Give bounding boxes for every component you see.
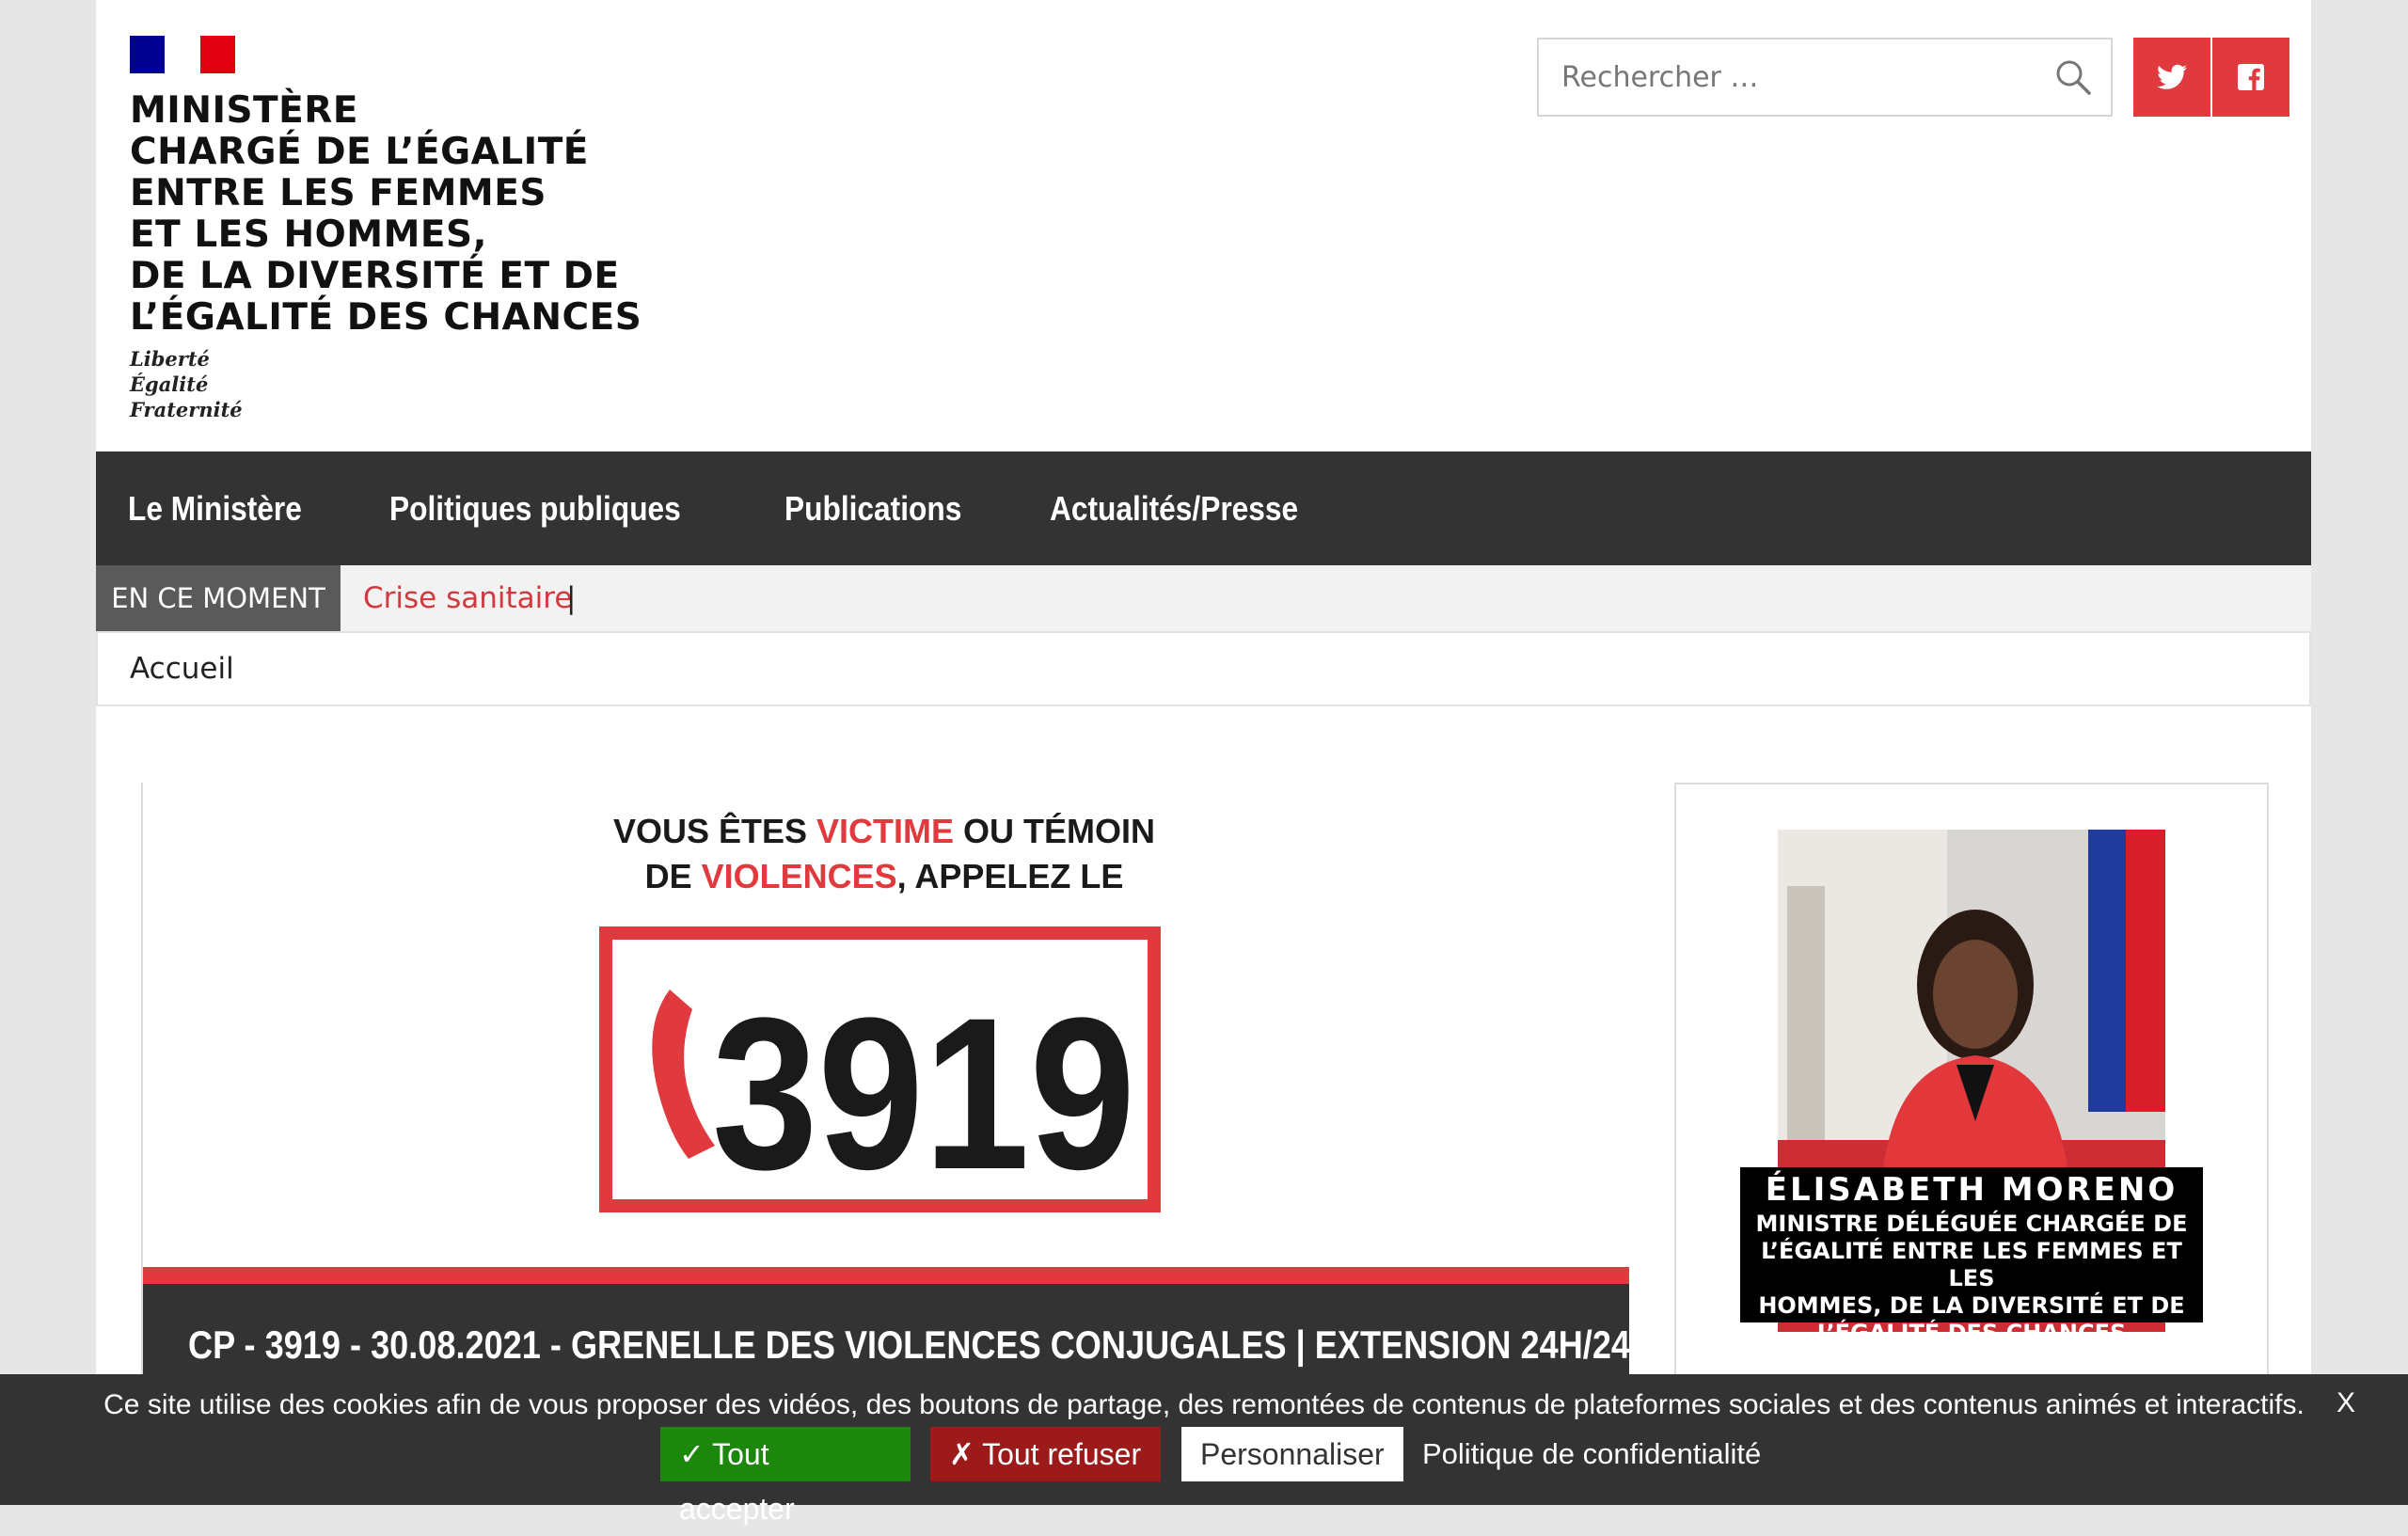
facebook-icon — [2238, 64, 2264, 90]
news-ticker: EN CE MOMENT Crise sanitaire | — [96, 565, 2311, 631]
poster-text-2a: DE — [645, 857, 702, 895]
nav-item-actualites-presse[interactable]: Actualités/Presse — [1050, 489, 1298, 529]
poster-text-1a: VOUS ÊTES — [613, 811, 816, 850]
ministry-logo[interactable]: MINISTÈRE CHARGÉ DE L’ÉGALITÉ ENTRE LES … — [130, 36, 657, 422]
hotline-3919-poster[interactable]: VOUS ÊTES VICTIME OU TÉMOIN DE VIOLENCES… — [143, 783, 1629, 1267]
breadcrumb: Accueil — [96, 631, 2311, 706]
page-container: MINISTÈRE CHARGÉ DE L’ÉGALITÉ ENTRE LES … — [96, 0, 2311, 1505]
accent-bar — [143, 1267, 1629, 1284]
poster-text-2c: , APPELEZ LE — [897, 857, 1124, 895]
deny-all-button[interactable]: ✗ Tout refuser — [930, 1427, 1161, 1481]
article-title[interactable]: CP - 3919 - 30.08.2021 - GRENELLE DES VI… — [188, 1322, 1630, 1368]
accept-all-button[interactable]: ✓ Tout accepter — [660, 1427, 911, 1526]
cookie-close-button[interactable]: X — [2337, 1387, 2355, 1419]
republic-motto: Liberté Égalité Fraternité — [130, 347, 243, 421]
nav-item-politiques-publiques[interactable]: Politiques publiques — [389, 489, 681, 529]
cookie-banner: Ce site utilise des cookies afin de vous… — [0, 1374, 2408, 1526]
minister-caption: ÉLISABETH MORENO MINISTRE DÉLÉGUÉE CHARG… — [1740, 1167, 2203, 1346]
facebook-button[interactable] — [2212, 38, 2289, 117]
breadcrumb-home[interactable]: Accueil — [130, 633, 234, 705]
customize-button[interactable]: Personnaliser — [1181, 1427, 1403, 1481]
privacy-policy-link[interactable]: Politique de confidentialité — [1422, 1427, 1761, 1481]
poster-text-1b: VICTIME — [816, 812, 954, 850]
search-box — [1537, 38, 2113, 117]
cookie-message: Ce site utilise des cookies afin de vous… — [103, 1389, 2305, 1420]
ticker-separator: | — [566, 581, 577, 615]
poster-text-2b: VIOLENCES — [702, 857, 897, 895]
nav-item-ministere[interactable]: Le Ministère — [128, 489, 302, 529]
twitter-button[interactable] — [2133, 38, 2210, 117]
main-navigation: Le Ministère Politiques publiques Public… — [96, 451, 2311, 565]
french-flag-icon — [130, 36, 235, 73]
svg-text:DE VIOLENCES, APPELEZ LE: DE VIOLENCES, APPELEZ LE — [645, 857, 1124, 895]
minister-name: ÉLISABETH MORENO — [1765, 1171, 2178, 1209]
poster-number: 3919 — [712, 973, 1135, 1214]
search-input[interactable] — [1539, 40, 2073, 115]
ticker-link-crise-sanitaire[interactable]: Crise sanitaire — [363, 565, 572, 631]
svg-text:VOUS ÊTES VICTIME OU TÉMOIN: VOUS ÊTES VICTIME OU TÉMOIN — [613, 811, 1155, 850]
poster-text-1c: OU TÉMOIN — [954, 812, 1155, 850]
search-icon[interactable] — [2054, 58, 2092, 96]
ticker-label: EN CE MOMENT — [96, 565, 341, 631]
ministry-name: MINISTÈRE CHARGÉ DE L’ÉGALITÉ ENTRE LES … — [130, 89, 642, 339]
twitter-icon — [2157, 64, 2187, 89]
nav-item-publications[interactable]: Publications — [784, 489, 961, 529]
minister-role: MINISTRE DÉLÉGUÉE CHARGÉE DE L’ÉGALITÉ E… — [1755, 1211, 2188, 1346]
